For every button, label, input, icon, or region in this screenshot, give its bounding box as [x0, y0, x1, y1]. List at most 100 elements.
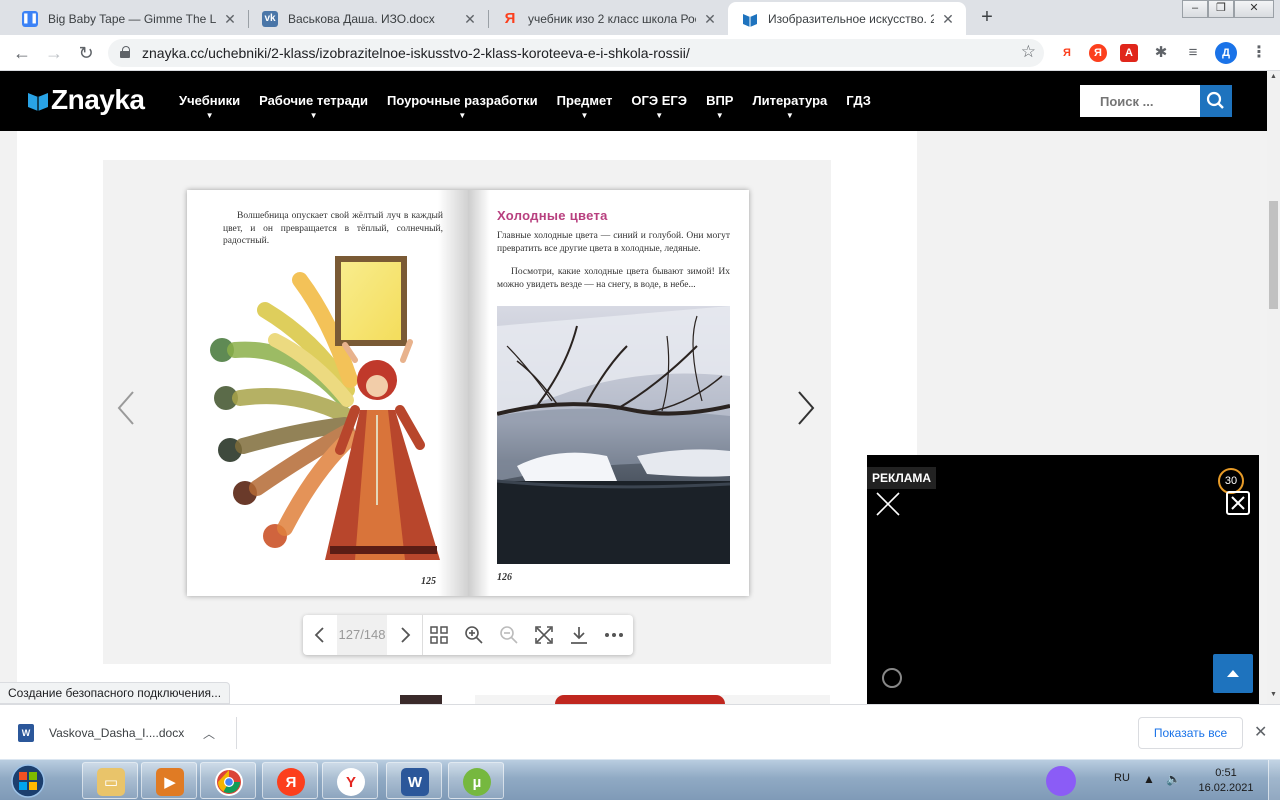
- url-text[interactable]: znayka.cc/uchebniki/2-klass/izobraziteln…: [142, 45, 690, 61]
- search-input[interactable]: [1080, 85, 1200, 117]
- close-icon[interactable]: ✕: [1254, 722, 1267, 742]
- tab-yandex-search[interactable]: Я учебник изо 2 класс школа России ✕: [488, 2, 728, 35]
- taskbar-utorrent[interactable]: µ: [448, 762, 504, 799]
- prev-icon[interactable]: [308, 623, 332, 647]
- address-bar[interactable]: znayka.cc/uchebniki/2-klass/izobraziteln…: [108, 39, 1044, 67]
- tab-music[interactable]: ❚❚ Big Baby Tape — Gimme The Loot ✕: [8, 2, 248, 35]
- nav-item-label: Предмет: [556, 93, 613, 108]
- chevron-down-icon: ▼: [205, 111, 214, 120]
- close-tab-icon[interactable]: ✕: [702, 11, 718, 27]
- reload-icon[interactable]: ↻: [74, 41, 98, 65]
- grid-icon[interactable]: [427, 623, 451, 647]
- znayka-book-icon: [742, 11, 758, 27]
- ad-close-button[interactable]: [1226, 491, 1250, 515]
- more-icon[interactable]: [602, 623, 626, 647]
- browser-toolbar: ← → ↻ znayka.cc/uchebniki/2-klass/izobra…: [0, 35, 1280, 71]
- ad-loading-icon: [882, 668, 902, 688]
- taskbar-yandex[interactable]: Y: [322, 762, 378, 799]
- next-icon[interactable]: [393, 623, 417, 647]
- close-tab-icon[interactable]: ✕: [222, 11, 238, 27]
- left-page-text: Волшебница опускает свой жёлтый луч в ка…: [223, 211, 443, 246]
- system-clock[interactable]: 0:51 16.02.2021: [1196, 766, 1256, 796]
- fullscreen-icon[interactable]: [532, 623, 556, 647]
- tab-vk-doc[interactable]: vk Васькова Даша. ИЗО.docx ✕: [248, 2, 488, 35]
- nav-item-label: Рабочие тетради: [259, 93, 369, 108]
- scroll-to-top-button[interactable]: [1213, 654, 1253, 693]
- word-file-icon: W: [18, 724, 34, 742]
- puzzle-ext-icon[interactable]: ✱: [1152, 44, 1170, 62]
- pdf-ext-icon[interactable]: A: [1120, 44, 1138, 62]
- zoom-out-icon[interactable]: [497, 623, 521, 647]
- nav-item[interactable]: Поурочные разработки ▼: [387, 93, 538, 120]
- yandex-icon: Y: [337, 768, 365, 796]
- back-icon[interactable]: ←: [10, 41, 34, 65]
- nav-item-label: Поурочные разработки: [387, 93, 538, 108]
- illustration-color-rays: [210, 256, 440, 560]
- start-button[interactable]: [4, 762, 52, 800]
- thumbnail-preview[interactable]: [475, 695, 830, 704]
- taskbar-explorer[interactable]: ▭: [82, 762, 138, 799]
- taskbar-yandex-browser[interactable]: Я: [262, 762, 318, 799]
- minimize-button[interactable]: –: [1182, 0, 1208, 18]
- nav-item[interactable]: Литература ▼: [752, 93, 827, 120]
- forward-icon[interactable]: →: [42, 41, 66, 65]
- clock-time: 0:51: [1215, 767, 1237, 779]
- nav-item[interactable]: ГДЗ: [846, 93, 871, 108]
- show-all-button[interactable]: Показать все: [1138, 717, 1243, 749]
- close-tab-icon[interactable]: ✕: [462, 11, 478, 27]
- menu-dots-icon[interactable]: ⋮: [1250, 44, 1268, 62]
- profile-avatar[interactable]: Д: [1215, 42, 1237, 64]
- volume-icon[interactable]: 🔈: [1166, 772, 1181, 786]
- viewer-toolbar: 127/148: [303, 615, 633, 655]
- scroll-down-icon[interactable]: ▼: [1270, 691, 1277, 698]
- close-window-button[interactable]: ✕: [1234, 0, 1274, 18]
- thumbnail-preview[interactable]: [400, 695, 442, 704]
- download-item[interactable]: W Vaskova_Dasha_I....docx ︿: [18, 719, 215, 747]
- chrome-icon: [215, 768, 243, 796]
- alice-assistant-icon[interactable]: [1046, 766, 1076, 796]
- language-indicator[interactable]: RU: [1114, 772, 1130, 784]
- yandex-icon: Я: [504, 10, 516, 27]
- site-logo[interactable]: Znayka: [27, 84, 145, 116]
- new-tab-button[interactable]: +: [976, 7, 998, 29]
- prev-page-arrow-icon[interactable]: [115, 388, 139, 428]
- taskbar-word[interactable]: W: [386, 762, 442, 799]
- taskbar-chrome[interactable]: [200, 762, 256, 799]
- nav-item[interactable]: ОГЭ ЕГЭ ▼: [631, 93, 687, 120]
- nav-item[interactable]: Рабочие тетради ▼: [259, 93, 369, 120]
- chevron-up-icon[interactable]: ︿: [203, 725, 215, 742]
- tab-znayka[interactable]: Изобразительное искусство. 2 класс ✕: [728, 2, 966, 35]
- ad-close-x-icon[interactable]: [874, 490, 902, 518]
- zoom-in-icon[interactable]: [462, 623, 486, 647]
- chevron-down-icon: ▼: [715, 111, 724, 120]
- nav-item[interactable]: Предмет ▼: [556, 93, 613, 120]
- yandex-ext-icon[interactable]: Я: [1058, 44, 1076, 62]
- next-page-arrow-icon[interactable]: [793, 388, 817, 428]
- main-nav: Учебники ▼ Рабочие тетради ▼ Поурочные разра…: [179, 93, 890, 120]
- tab-title: учебник изо 2 класс школа России: [528, 11, 696, 26]
- tab-title: Изобразительное искусство. 2 класс: [768, 11, 934, 26]
- lock-icon[interactable]: [120, 46, 130, 58]
- divider: [236, 717, 237, 749]
- search-icon: [1206, 91, 1224, 109]
- windows-taskbar: ▭ ▶ Я Y W µ RU ▲ 🔈 0:51 16.02.2021: [0, 759, 1280, 800]
- taskbar-media-player[interactable]: ▶: [141, 762, 197, 799]
- bookmark-star-icon[interactable]: ☆: [1021, 42, 1036, 62]
- clock-date: 16.02.2021: [1198, 782, 1254, 794]
- nav-item[interactable]: ВПР ▼: [706, 93, 733, 120]
- search-button[interactable]: [1200, 85, 1232, 117]
- nav-item-label: Учебники: [179, 93, 241, 108]
- media-control-icon[interactable]: ≡: [1184, 44, 1202, 62]
- scroll-up-icon[interactable]: ▲: [1270, 73, 1277, 80]
- page-counter[interactable]: 127/148: [337, 615, 387, 655]
- close-tab-icon[interactable]: ✕: [940, 11, 956, 27]
- scrollbar-thumb[interactable]: [1269, 201, 1278, 309]
- vertical-scrollbar[interactable]: ▲ ▼: [1267, 71, 1280, 704]
- restore-button[interactable]: ❐: [1208, 0, 1234, 18]
- download-icon[interactable]: [567, 623, 591, 647]
- show-desktop-button[interactable]: [1268, 760, 1280, 800]
- yandex-circle-ext-icon[interactable]: Я: [1089, 44, 1107, 62]
- nav-item[interactable]: Учебники ▼: [179, 93, 241, 120]
- tray-expand-icon[interactable]: ▲: [1143, 772, 1155, 786]
- nav-item-label: ГДЗ: [846, 93, 871, 108]
